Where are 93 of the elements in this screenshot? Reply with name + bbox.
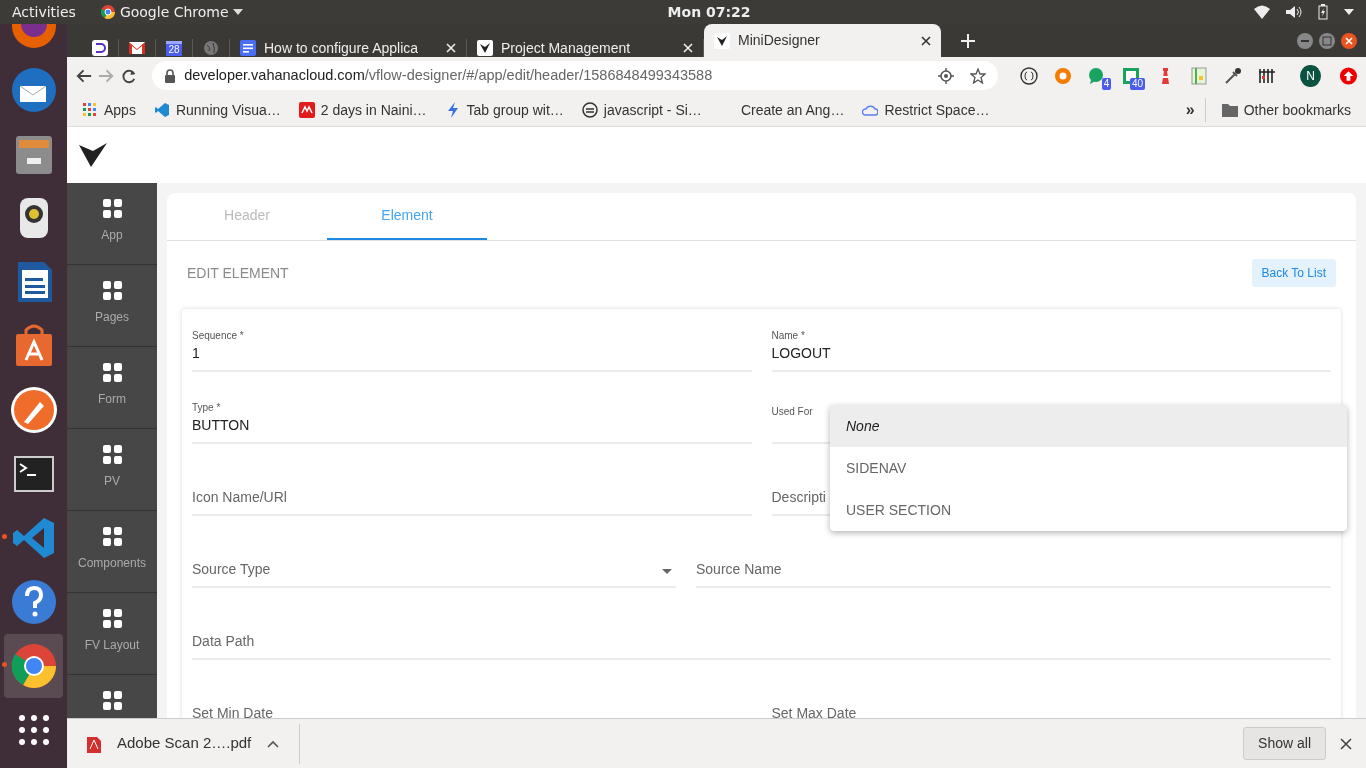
app-menu[interactable]: Google Chrome [99, 1, 243, 23]
minimize-icon[interactable] [1296, 31, 1314, 50]
cloud-icon [862, 102, 879, 119]
chevron-up-icon [267, 739, 280, 748]
close-icon[interactable] [921, 35, 931, 46]
star-icon[interactable] [970, 67, 987, 84]
download-item[interactable]: Adobe Scan 2….pdf [87, 723, 301, 764]
bookmark[interactable]: Apps [73, 99, 145, 121]
more-bookmarks-button[interactable]: » [1185, 98, 1206, 123]
braces-icon[interactable] [1020, 66, 1039, 85]
grid-icon[interactable] [102, 691, 122, 711]
section-title: EDIT ELEMENT [187, 263, 289, 283]
show-all-button[interactable]: Show all [1243, 727, 1326, 760]
dropdown-option[interactable]: None [830, 405, 1347, 448]
input-field[interactable]: Sequence * 1 [192, 326, 752, 373]
location-icon[interactable] [938, 67, 955, 84]
input-field[interactable]: Source Name [696, 542, 1331, 589]
apps-icon [82, 102, 98, 119]
other-bookmarks[interactable]: Other bookmarks [1205, 99, 1360, 121]
folder-icon [1221, 103, 1238, 118]
wifi-icon [1254, 5, 1270, 20]
grid-icon[interactable] [102, 445, 122, 465]
field-label: Set Max Date [771, 704, 858, 718]
bookmark[interactable]: Restrict Space… [853, 99, 999, 121]
eyedropper-icon[interactable] [1224, 66, 1243, 85]
input-field[interactable]: Name * LOGOUT [771, 326, 1331, 373]
grid-icon[interactable] [102, 609, 122, 629]
lifebuoy-icon[interactable] [1054, 66, 1073, 85]
dropdown-caret-icon[interactable] [662, 569, 672, 575]
sidebar-item[interactable]: PV [104, 472, 120, 491]
new-tab-icon[interactable] [961, 34, 975, 49]
field-label: Source Type [192, 560, 271, 580]
upload-icon[interactable] [1339, 65, 1358, 86]
mail-icon [129, 40, 145, 57]
bars-icon[interactable] [1258, 66, 1277, 85]
bookmark[interactable]: Tab group wit… [435, 99, 573, 121]
bookmark[interactable]: javascript - Si… [572, 99, 711, 121]
avatar[interactable]: N [1300, 64, 1322, 87]
field-value: LOGOUT [771, 344, 832, 364]
field-label: Used For [771, 405, 814, 420]
calendar-icon: 28 [166, 40, 182, 56]
dropdown-option[interactable]: SIDENAV [830, 447, 1347, 490]
code-editor-icon [153, 102, 170, 119]
field-label: Sequence * [192, 329, 245, 344]
caret-icon [232, 9, 243, 16]
close-icon[interactable] [1340, 31, 1358, 50]
grid-icon[interactable] [102, 281, 122, 301]
sidebar-item[interactable]: Form [98, 390, 126, 409]
field-label: Name * [771, 329, 806, 344]
square-icon[interactable] [1122, 66, 1141, 85]
active-app-highlight[interactable] [4, 634, 63, 699]
sidebar-item[interactable]: App [101, 226, 123, 245]
logo-icon [714, 32, 730, 49]
address-bar[interactable]: developer.vahanacloud.com/vflow-designer/#/app/edit/header/1586848499343588 [152, 61, 999, 91]
clock: Mon 07:22 [667, 2, 751, 22]
volume-icon [1286, 5, 1302, 20]
grid-icon[interactable] [102, 199, 122, 219]
browser-icon [99, 4, 116, 21]
url-text: developer.vahanacloud.com/vflow-designer/#/app/edit/header/1586848499343588 [184, 65, 713, 85]
grid-icon[interactable] [102, 527, 122, 547]
field-label: Data Path [192, 632, 256, 652]
close-icon[interactable] [1340, 737, 1352, 750]
dropdown-option[interactable]: USER SECTION [830, 489, 1347, 532]
document-icon [240, 40, 256, 57]
battery-icon [1318, 4, 1328, 21]
field-value: 1 [192, 344, 201, 364]
travel-icon [298, 102, 315, 119]
bookmark[interactable]: Create an Ang… [710, 99, 854, 121]
grid-icon[interactable] [102, 363, 122, 383]
sidebar-item[interactable]: FV Layout [84, 636, 140, 655]
field-label: Descripti [771, 488, 827, 508]
activities-button[interactable]: Activities [12, 1, 76, 23]
input-field[interactable]: Type * BUTTON [192, 398, 752, 445]
input-field[interactable]: Source Type [192, 542, 676, 589]
pdf-icon [87, 734, 101, 753]
sidebar-item[interactable]: Pages [95, 308, 129, 327]
caret-icon [1344, 9, 1354, 16]
field-label: Type * [192, 401, 222, 416]
field-label: Source Name [696, 560, 783, 580]
bookmark[interactable]: Running Visua… [144, 99, 290, 121]
lock-icon [164, 68, 177, 83]
input-field[interactable]: Icon Name/URl [192, 470, 752, 517]
sidebar-item[interactable]: Components [77, 554, 146, 573]
count-badge: 4 [1101, 77, 1112, 90]
browser-tab[interactable]: MiniDesigner [704, 24, 941, 58]
back-icon[interactable] [75, 67, 93, 84]
bookmark[interactable]: 2 days in Naini… [289, 99, 436, 121]
field-label: Set Min Date [192, 704, 274, 718]
logo-icon [477, 40, 493, 57]
app-logo-icon [92, 40, 108, 57]
input-field[interactable]: Data Path [192, 614, 1331, 661]
field-label: Icon Name/URl [192, 488, 288, 508]
field-value: BUTTON [192, 416, 251, 436]
